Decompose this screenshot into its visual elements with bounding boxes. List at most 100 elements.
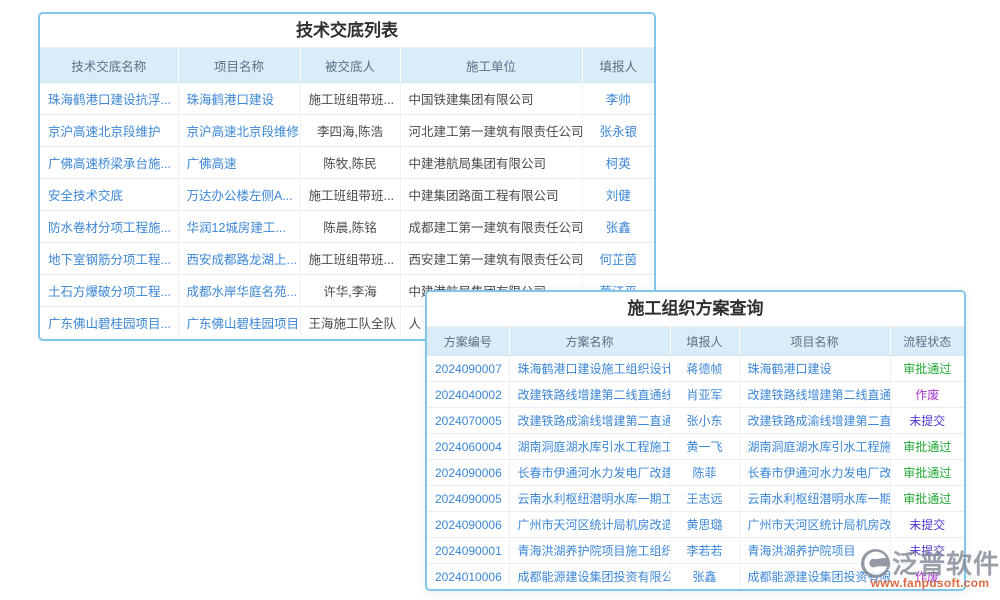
project-cell[interactable]: 珠海鹤港口建设 [739, 356, 890, 382]
disclosure-row[interactable]: 广佛高速桥梁承台施...广佛高速陈牧,陈民中建港航局集团有限公司柯英 [40, 147, 654, 179]
no-cell[interactable]: 2024090006 [427, 512, 509, 538]
name-cell[interactable]: 珠海鹤港口建设抗浮... [40, 83, 178, 115]
plan-row[interactable]: 2024070005改建铁路成渝线增建第二直通线张小东改建铁路成渝线增建第二直通… [427, 408, 964, 434]
plan-cell[interactable]: 长春市伊通河水力发电厂改建工 [509, 460, 670, 486]
plan-row[interactable]: 2024090006长春市伊通河水力发电厂改建工陈菲长春市伊通河水力发电厂改建审… [427, 460, 964, 486]
no-cell[interactable]: 2024060004 [427, 434, 509, 460]
name-cell[interactable]: 广东佛山碧桂园项目... [40, 307, 178, 339]
name-cell[interactable]: 京沪高速北京段维护 [40, 115, 178, 147]
project-cell[interactable]: 珠海鹤港口建设 [178, 83, 300, 115]
project-cell[interactable]: 广佛高速 [178, 147, 300, 179]
plan-cell[interactable]: 珠海鹤港口建设施工组织设计 [509, 356, 670, 382]
column-header-status: 流程状态 [890, 327, 964, 356]
reporter-cell[interactable]: 张鑫 [670, 564, 739, 590]
unit-cell: 中建港航局集团有限公司 [400, 147, 582, 179]
receiver-cell: 李四海,陈浩 [300, 115, 400, 147]
reporter-cell[interactable]: 蒋德帧 [670, 356, 739, 382]
status-cell: 未提交 [890, 512, 964, 538]
disclosure-row[interactable]: 京沪高速北京段维护京沪高速北京段维修李四海,陈浩河北建工第一建筑有限责任公司张永… [40, 115, 654, 147]
name-cell[interactable]: 防水卷材分项工程施... [40, 211, 178, 243]
no-cell[interactable]: 2024040002 [427, 382, 509, 408]
plan-cell[interactable]: 青海洪湖养护院项目施工组织设 [509, 538, 670, 564]
no-cell[interactable]: 2024070005 [427, 408, 509, 434]
reporter-cell[interactable]: 张永银 [582, 115, 654, 147]
plan-cell[interactable]: 改建铁路成渝线增建第二直通线 [509, 408, 670, 434]
table-header: 技术交底名称项目名称被交底人施工单位填报人 [40, 48, 654, 83]
project-cell[interactable]: 华润12城房建工... [178, 211, 300, 243]
reporter-cell[interactable]: 刘健 [582, 179, 654, 211]
reporter-cell[interactable]: 李帅 [582, 83, 654, 115]
receiver-cell: 施工班组带班... [300, 243, 400, 275]
column-header-project: 项目名称 [739, 327, 890, 356]
project-cell[interactable]: 万达办公楼左侧A... [178, 179, 300, 211]
disclosure-row[interactable]: 防水卷材分项工程施...华润12城房建工...陈晨,陈铭成都建工第一建筑有限责任… [40, 211, 654, 243]
no-cell[interactable]: 2024090006 [427, 460, 509, 486]
table-header: 方案编号方案名称填报人项目名称流程状态 [427, 327, 964, 356]
project-cell[interactable]: 广州市天河区统计局机房改造 [739, 512, 890, 538]
plan-row[interactable]: 2024010006成都能源建设集团投资有限公司张鑫成都能源建设集团投资有限公司… [427, 564, 964, 590]
plan-row[interactable]: 2024090006广州市天河区统计局机房改造项黄思璐广州市天河区统计局机房改造… [427, 512, 964, 538]
reporter-cell[interactable]: 黄思璐 [670, 512, 739, 538]
disclosure-row[interactable]: 珠海鹤港口建设抗浮...珠海鹤港口建设施工班组带班...中国铁建集团有限公司李帅 [40, 83, 654, 115]
no-cell[interactable]: 2024090007 [427, 356, 509, 382]
reporter-cell[interactable]: 张鑫 [582, 211, 654, 243]
plan-row[interactable]: 2024090001青海洪湖养护院项目施工组织设李若若青海洪湖养护院项目未提交 [427, 538, 964, 564]
no-cell[interactable]: 2024090005 [427, 486, 509, 512]
reporter-cell[interactable]: 肖亚军 [670, 382, 739, 408]
plan-cell[interactable]: 湖南洞庭湖水库引水工程施工标 [509, 434, 670, 460]
reporter-cell[interactable]: 柯英 [582, 147, 654, 179]
name-cell[interactable]: 安全技术交底 [40, 179, 178, 211]
status-cell: 未提交 [890, 408, 964, 434]
disclosure-row[interactable]: 安全技术交底万达办公楼左侧A...施工班组带班...中建集团路面工程有限公司刘健 [40, 179, 654, 211]
receiver-cell: 施工班组带班... [300, 179, 400, 211]
no-cell[interactable]: 2024010006 [427, 564, 509, 590]
plan-cell[interactable]: 广州市天河区统计局机房改造项 [509, 512, 670, 538]
status-cell: 审批通过 [890, 356, 964, 382]
project-cell[interactable]: 成都水岸华庭名苑... [178, 275, 300, 307]
receiver-cell: 王海施工队全队 [300, 307, 400, 339]
reporter-cell[interactable]: 李若若 [670, 538, 739, 564]
plan-cell[interactable]: 成都能源建设集团投资有限公司 [509, 564, 670, 590]
plan-row[interactable]: 2024040002改建铁路线增建第二线直通线（肖亚军改建铁路线增建第二线直通线… [427, 382, 964, 408]
column-header-project: 项目名称 [178, 48, 300, 83]
project-cell[interactable]: 改建铁路线增建第二线直通线 [739, 382, 890, 408]
unit-cell: 中建集团路面工程有限公司 [400, 179, 582, 211]
plan-cell[interactable]: 改建铁路线增建第二线直通线（ [509, 382, 670, 408]
reporter-cell[interactable]: 何芷茵 [582, 243, 654, 275]
project-cell[interactable]: 成都能源建设集团投资有限公司 [739, 564, 890, 590]
status-cell: 作废 [890, 564, 964, 590]
column-header-no: 方案编号 [427, 327, 509, 356]
construction-plan-query-window: 施工组织方案查询 方案编号方案名称填报人项目名称流程状态 2024090007珠… [425, 290, 966, 591]
no-cell[interactable]: 2024090001 [427, 538, 509, 564]
column-header-name: 技术交底名称 [40, 48, 178, 83]
status-cell: 作废 [890, 382, 964, 408]
disclosure-row[interactable]: 地下室钢筋分项工程...西安成都路龙湖上...施工班组带班...西安建工第一建筑… [40, 243, 654, 275]
name-cell[interactable]: 土石方爆破分项工程... [40, 275, 178, 307]
project-cell[interactable]: 青海洪湖养护院项目 [739, 538, 890, 564]
column-header-reporter: 填报人 [670, 327, 739, 356]
plan-row[interactable]: 2024090005云南水利枢纽潜明水库一期工程王志远云南水利枢纽潜明水库一期工… [427, 486, 964, 512]
project-cell[interactable]: 京沪高速北京段维修 [178, 115, 300, 147]
reporter-cell[interactable]: 陈菲 [670, 460, 739, 486]
project-cell[interactable]: 西安成都路龙湖上... [178, 243, 300, 275]
project-cell[interactable]: 云南水利枢纽潜明水库一期工 [739, 486, 890, 512]
status-cell: 审批通过 [890, 486, 964, 512]
plan-row[interactable]: 2024090007珠海鹤港口建设施工组织设计蒋德帧珠海鹤港口建设审批通过 [427, 356, 964, 382]
project-cell[interactable]: 广东佛山碧桂园项目 [178, 307, 300, 339]
column-header-receiver: 被交底人 [300, 48, 400, 83]
receiver-cell: 施工班组带班... [300, 83, 400, 115]
project-cell[interactable]: 长春市伊通河水力发电厂改建 [739, 460, 890, 486]
column-header-reporter: 填报人 [582, 48, 654, 83]
unit-cell: 西安建工第一建筑有限责任公司 [400, 243, 582, 275]
name-cell[interactable]: 地下室钢筋分项工程... [40, 243, 178, 275]
name-cell[interactable]: 广佛高速桥梁承台施... [40, 147, 178, 179]
project-cell[interactable]: 湖南洞庭湖水库引水工程施工 [739, 434, 890, 460]
reporter-cell[interactable]: 黄一飞 [670, 434, 739, 460]
window-title-technical-disclosure: 技术交底列表 [40, 14, 654, 48]
plan-cell[interactable]: 云南水利枢纽潜明水库一期工程 [509, 486, 670, 512]
reporter-cell[interactable]: 王志远 [670, 486, 739, 512]
reporter-cell[interactable]: 张小东 [670, 408, 739, 434]
plan-row[interactable]: 2024060004湖南洞庭湖水库引水工程施工标黄一飞湖南洞庭湖水库引水工程施工… [427, 434, 964, 460]
project-cell[interactable]: 改建铁路成渝线增建第二直通 [739, 408, 890, 434]
unit-cell: 中国铁建集团有限公司 [400, 83, 582, 115]
